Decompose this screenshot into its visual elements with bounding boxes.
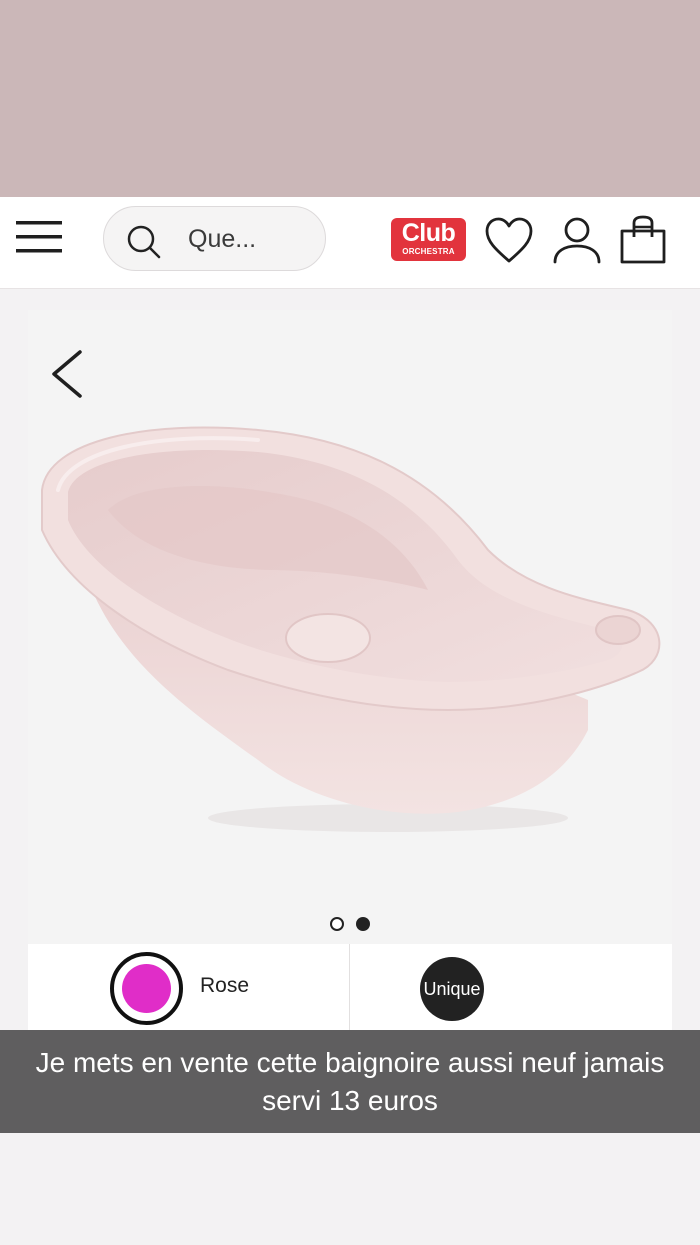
baby-bathtub-image [41, 426, 661, 832]
slide-indicator [328, 915, 378, 933]
logo-subtext: ORCHESTRA [402, 247, 455, 256]
size-chip[interactable]: Unique [420, 957, 484, 1021]
color-label: Rose [200, 974, 250, 997]
story-caption: Je mets en vente cette baignoire aussi n… [0, 1030, 700, 1133]
search-input[interactable] [188, 219, 308, 259]
product-image-gallery[interactable] [28, 310, 672, 944]
back-arrow-icon[interactable] [46, 348, 92, 400]
product-options-bar: Rose Unique [28, 944, 672, 1030]
slide-dot-2[interactable] [356, 917, 370, 931]
color-swatch-fill [122, 964, 171, 1013]
search-icon [127, 225, 161, 259]
shopping-bag-icon[interactable] [617, 215, 669, 267]
color-swatch[interactable] [110, 952, 183, 1025]
header-bar: Club ORCHESTRA [0, 197, 700, 289]
hamburger-menu-icon[interactable] [16, 217, 64, 257]
search-bar[interactable] [103, 206, 326, 271]
logo-text: Club [401, 219, 456, 247]
bottom-empty-area [0, 1133, 700, 1245]
options-divider [349, 944, 350, 1030]
wishlist-heart-icon[interactable] [483, 215, 535, 267]
slide-dot-1[interactable] [330, 917, 344, 931]
club-orchestra-logo[interactable]: Club ORCHESTRA [391, 218, 466, 261]
account-icon[interactable] [551, 215, 603, 267]
top-banner-area [0, 0, 700, 197]
